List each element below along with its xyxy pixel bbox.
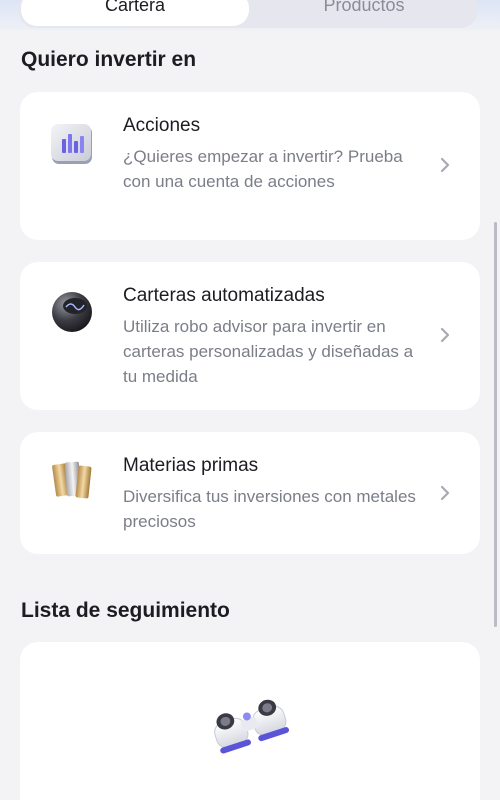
tab-productos[interactable]: Productos — [250, 0, 478, 26]
card-description: Diversifica tus inversiones con metales … — [123, 487, 416, 531]
chevron-right-icon — [440, 157, 450, 173]
binoculars-icon — [214, 699, 290, 754]
card-acciones[interactable]: Acciones ¿Quieres empezar a invertir? Pr… — [20, 92, 480, 240]
card-carteras-automatizadas[interactable]: Carteras automatizadas Utiliza robo advi… — [20, 262, 480, 410]
watchlist-section-title: Lista de seguimiento — [21, 599, 230, 622]
card-description: Utiliza robo advisor para invertir en ca… — [123, 317, 414, 386]
card-title: Carteras automatizadas — [123, 285, 325, 306]
tab-cartera[interactable]: Cartera — [21, 0, 249, 26]
segmented-tabs: Cartera Productos — [18, 0, 478, 28]
chevron-right-icon — [440, 485, 450, 501]
card-description: ¿Quieres empezar a invertir? Prueba con … — [123, 147, 403, 191]
card-title: Acciones — [123, 115, 201, 136]
card-materias-primas[interactable]: Materias primas Diversifica tus inversio… — [20, 432, 480, 554]
robo-sphere-icon — [52, 292, 92, 332]
card-title: Materias primas — [123, 455, 259, 476]
scrollbar[interactable] — [494, 222, 497, 627]
header-background: Cartera Productos — [0, 0, 500, 30]
invest-section-title: Quiero invertir en — [21, 48, 197, 71]
chevron-right-icon — [440, 327, 450, 343]
watchlist-card — [20, 642, 480, 800]
bar-chart-icon — [51, 124, 92, 164]
metal-bars-icon — [52, 461, 92, 499]
